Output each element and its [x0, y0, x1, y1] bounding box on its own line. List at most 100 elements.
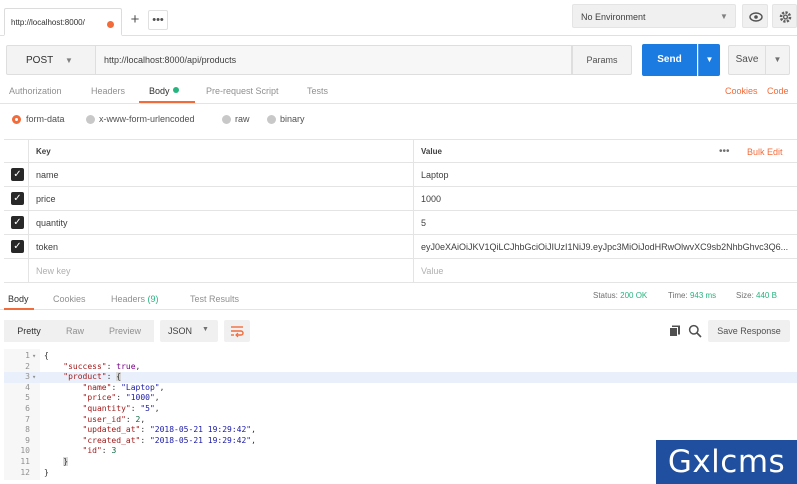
line-number: 8 — [25, 425, 30, 435]
value-text: eyJ0eXAiOiJKV1QiLCJhbGciOiJIUzI1NiJ9.eyJ… — [421, 242, 789, 252]
new-key-input[interactable]: New key — [30, 259, 414, 283]
more-tabs-icon[interactable]: ••• — [148, 10, 168, 30]
line-number: 4 — [25, 382, 30, 392]
fold-toggle-icon[interactable]: ▾ — [32, 372, 36, 383]
radio-urlencoded[interactable] — [86, 115, 95, 124]
code-text: { — [44, 351, 49, 360]
radio-raw[interactable] — [222, 115, 231, 124]
code-line: 1 ▾ { — [4, 351, 797, 362]
radio-binary[interactable] — [267, 115, 276, 124]
response-tabs: Body Cookies Headers (9) Test Results St… — [0, 286, 797, 310]
key-cell[interactable]: price — [30, 187, 414, 211]
table-row: ✓ token eyJ0eXAiOiJKV1QiLCJhbGciOiJIUzI1… — [4, 235, 797, 259]
tab-body[interactable]: Body — [149, 86, 179, 96]
row-checkbox[interactable]: ✓ — [11, 216, 24, 229]
code-text: "name": "Laptop", — [82, 382, 165, 392]
copy-icon[interactable] — [669, 325, 681, 337]
save-response-button[interactable]: Save Response — [708, 320, 790, 342]
url-input[interactable]: http://localhost:8000/api/products — [96, 45, 572, 75]
value-cell[interactable]: 5 — [415, 211, 797, 235]
search-icon[interactable] — [688, 324, 702, 338]
environment-quick-look-button[interactable] — [742, 4, 768, 28]
radio-urlencoded-label[interactable]: x-www-form-urlencoded — [99, 114, 195, 124]
table-row: ✓ name Laptop — [4, 163, 797, 187]
code-text: "product": { — [63, 372, 122, 382]
radio-form-data-label[interactable]: form-data — [26, 114, 65, 124]
line-number: 5 — [25, 393, 30, 403]
code-text: "id": 3 — [82, 446, 117, 456]
code-link[interactable]: Code — [767, 86, 789, 96]
eye-icon — [749, 12, 763, 22]
top-tab-bar: http://localhost:8000/ + ••• No Environm… — [0, 0, 797, 36]
gear-icon — [779, 11, 792, 23]
key-cell[interactable]: quantity — [30, 211, 414, 235]
format-select[interactable]: JSON ▼ — [160, 320, 218, 342]
tab-headers[interactable]: Headers — [91, 86, 125, 96]
line-number: 7 — [25, 414, 30, 424]
tab-pre-request-script[interactable]: Pre-request Script — [206, 86, 279, 96]
value-cell[interactable]: 1000 — [415, 187, 797, 211]
params-button[interactable]: Params — [572, 45, 632, 75]
send-options-chevron-icon[interactable]: ▼ — [698, 44, 720, 76]
cookies-link[interactable]: Cookies — [725, 86, 758, 96]
response-status: Status: 200 OK — [593, 291, 647, 300]
radio-raw-label[interactable]: raw — [235, 114, 250, 124]
size-value: 440 B — [756, 291, 777, 300]
code-text: "price": "1000", — [82, 393, 160, 403]
radio-form-data[interactable] — [12, 115, 21, 124]
table-header-row: Key Value ••• Bulk Edit — [4, 139, 797, 164]
code-text: "created_at": "2018-05-21 19:29:42", — [82, 435, 256, 445]
request-tab-label: http://localhost:8000/ — [11, 18, 85, 27]
time-value: 943 ms — [689, 291, 717, 300]
active-dot-icon — [172, 87, 179, 93]
preview-button[interactable]: Preview — [96, 320, 154, 342]
request-tabs: Authorization Headers Body Pre-request S… — [0, 82, 797, 104]
code-text: "quantity": "5", — [82, 404, 160, 413]
tab-tests[interactable]: Tests — [307, 86, 328, 96]
response-tab-body[interactable]: Body — [8, 294, 29, 304]
time-label: Time: — [668, 291, 688, 300]
value-text: Laptop — [421, 170, 449, 180]
table-row: ✓ price 1000 — [4, 187, 797, 211]
watermark-logo: Gxlcms — [656, 440, 797, 484]
new-key-placeholder: New key — [36, 266, 71, 276]
new-tab-plus-icon[interactable]: + — [125, 10, 145, 30]
line-number: 10 — [20, 446, 30, 456]
code-line: 8 "updated_at": "2018-05-21 19:29:42", — [4, 425, 797, 436]
status-label: Status: — [593, 291, 618, 300]
more-options-icon[interactable]: ••• — [719, 146, 730, 157]
save-button[interactable]: Save — [728, 45, 766, 75]
response-tab-headers[interactable]: Headers (9) — [111, 294, 159, 304]
row-checkbox[interactable]: ✓ — [11, 192, 24, 205]
wrap-lines-button[interactable] — [224, 320, 250, 342]
request-tab[interactable]: http://localhost:8000/ — [4, 8, 122, 36]
value-text: 1000 — [421, 194, 442, 204]
value-column-header: Value — [421, 147, 442, 156]
raw-button[interactable]: Raw — [54, 320, 96, 342]
headers-count: (9) — [147, 294, 159, 304]
code-line: 3 ▾ "product": { — [4, 372, 797, 383]
method-select[interactable]: POST ▼ — [6, 45, 96, 75]
tab-authorization[interactable]: Authorization — [9, 86, 62, 96]
send-button[interactable]: Send — [642, 44, 697, 76]
bulk-edit-link[interactable]: Bulk Edit — [747, 147, 783, 157]
key-cell[interactable]: token — [30, 235, 414, 259]
response-tab-test-results[interactable]: Test Results — [190, 294, 239, 304]
row-checkbox[interactable]: ✓ — [11, 168, 24, 181]
fold-toggle-icon[interactable]: ▾ — [32, 351, 36, 362]
new-param-row: New key Value — [4, 259, 797, 283]
new-value-input[interactable]: Value — [415, 259, 797, 283]
environment-select[interactable]: No Environment ▼ — [572, 4, 736, 28]
save-options-chevron-icon[interactable]: ▼ — [766, 45, 790, 75]
row-checkbox[interactable]: ✓ — [11, 240, 24, 253]
radio-binary-label[interactable]: binary — [280, 114, 305, 124]
line-number: 9 — [25, 435, 30, 445]
value-cell[interactable]: eyJ0eXAiOiJKV1QiLCJhbGciOiJIUzI1NiJ9.eyJ… — [415, 235, 797, 259]
line-number: 11 — [20, 457, 30, 466]
response-tab-cookies[interactable]: Cookies — [53, 294, 86, 304]
pretty-button[interactable]: Pretty — [4, 320, 54, 342]
settings-button[interactable] — [772, 4, 797, 28]
key-cell[interactable]: name — [30, 163, 414, 187]
code-text: "updated_at": "2018-05-21 19:29:42", — [82, 425, 256, 435]
value-cell[interactable]: Laptop — [415, 163, 797, 187]
